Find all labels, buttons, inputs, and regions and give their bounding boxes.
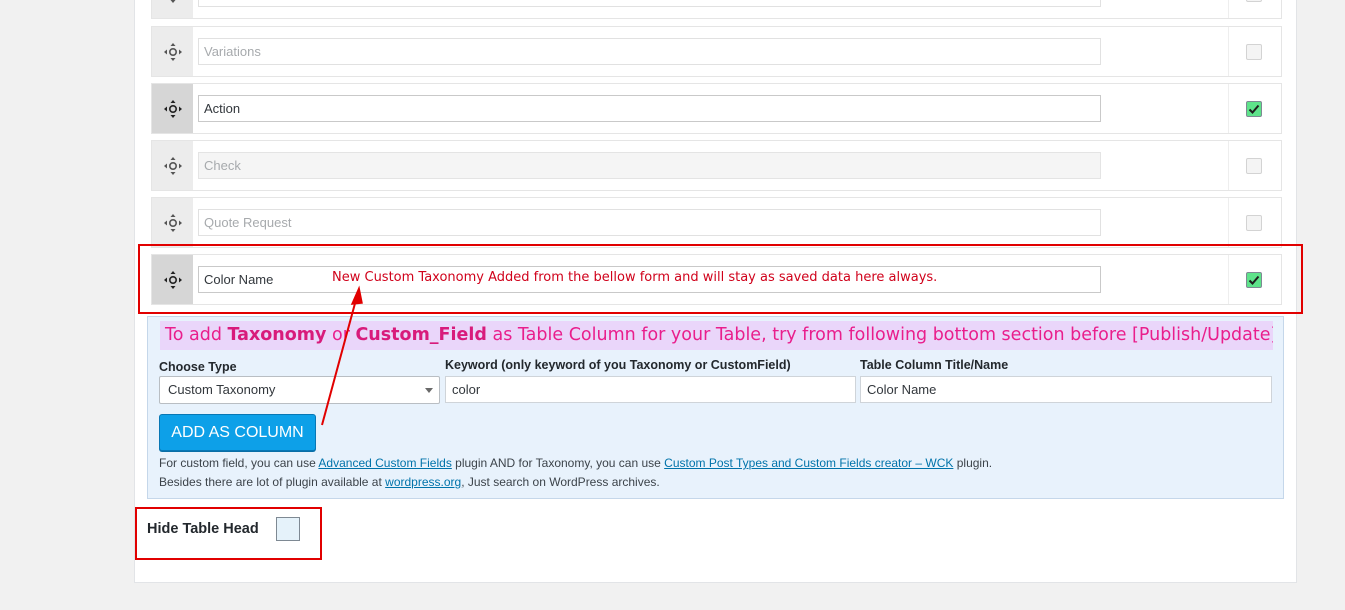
wordpress-org-link[interactable]: wordpress.org	[385, 475, 461, 489]
drag-handle[interactable]	[152, 198, 193, 247]
divider	[1228, 84, 1229, 133]
column-enable-checkbox[interactable]	[1246, 158, 1262, 174]
divider	[1228, 141, 1229, 190]
annotation-highlight-hide-head	[135, 507, 322, 560]
move-arrows-icon	[163, 156, 182, 175]
acf-plugin-link[interactable]: Advanced Custom Fields	[318, 456, 451, 470]
chevron-down-icon	[425, 388, 433, 393]
drag-handle[interactable]	[152, 27, 193, 76]
column-row-variations: Variations	[151, 26, 1282, 77]
column-title-input[interactable]: Check	[198, 152, 1101, 179]
divider	[1228, 27, 1229, 76]
column-enable-checkbox[interactable]	[1246, 44, 1262, 60]
move-arrows-icon	[163, 213, 182, 232]
choose-type-value: Custom Taxonomy	[168, 382, 276, 397]
column-title-input[interactable]	[198, 0, 1101, 7]
checkmark-icon	[1248, 104, 1260, 114]
drag-handle[interactable]	[152, 84, 193, 133]
keyword-input[interactable]: color	[445, 376, 856, 403]
column-title-field[interactable]: Color Name	[860, 376, 1272, 403]
column-enable-checkbox[interactable]	[1246, 215, 1262, 231]
help-text-line-2: Besides there are lot of plugin availabl…	[159, 475, 660, 489]
wck-plugin-link[interactable]: Custom Post Types and Custom Fields crea…	[664, 456, 953, 470]
column-row-check: Check	[151, 140, 1282, 191]
column-enable-checkbox[interactable]	[1246, 0, 1262, 2]
column-title-input[interactable]: Variations	[198, 38, 1101, 65]
annotation-highlight-row	[138, 244, 1303, 314]
form-headline: To add Taxonomy or Custom_Field as Table…	[160, 321, 1273, 350]
column-title-input[interactable]: Quote Request	[198, 209, 1101, 236]
column-row-action: Action	[151, 83, 1282, 134]
choose-type-label: Choose Type	[159, 360, 237, 374]
move-arrows-icon	[170, 0, 175, 3]
column-row	[151, 0, 1282, 19]
choose-type-select[interactable]: Custom Taxonomy	[159, 376, 440, 404]
column-title-input[interactable]: Action	[198, 95, 1101, 122]
keyword-label: Keyword (only keyword of you Taxonomy or…	[445, 358, 791, 372]
drag-handle[interactable]	[152, 0, 193, 18]
column-enable-checkbox[interactable]	[1246, 101, 1262, 117]
drag-handle[interactable]	[152, 141, 193, 190]
taxonomy-form: To add Taxonomy or Custom_Field as Table…	[147, 316, 1284, 499]
divider	[1228, 0, 1229, 18]
column-row-quote-request: Quote Request	[151, 197, 1282, 248]
divider	[1228, 198, 1229, 247]
move-arrows-icon	[163, 42, 182, 61]
add-as-column-button[interactable]: ADD AS COLUMN	[159, 414, 316, 451]
move-arrows-icon	[163, 99, 182, 118]
help-text-line-1: For custom field, you can use Advanced C…	[159, 456, 993, 470]
column-title-label: Table Column Title/Name	[860, 358, 1009, 372]
